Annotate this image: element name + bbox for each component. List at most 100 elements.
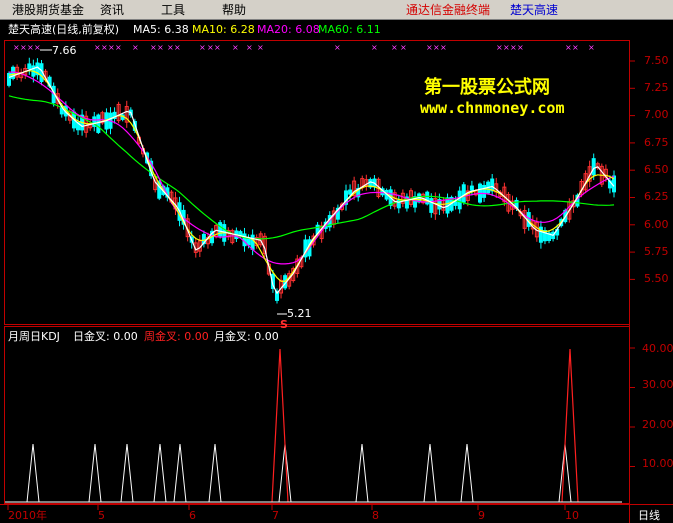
candlestick-down	[250, 234, 255, 250]
kdj-tick: 30.00	[642, 378, 673, 391]
price-tick: 7.25	[644, 81, 669, 94]
cross-signal-marker: ×	[565, 43, 572, 52]
daily-kdj-spike	[423, 443, 437, 503]
cross-signal-marker: ×	[108, 43, 115, 52]
daily-kdj-spike	[208, 443, 222, 503]
cross-signal-marker: ×	[246, 43, 253, 52]
cross-signal-marker: ×	[207, 43, 214, 52]
candlestick-down	[469, 185, 474, 191]
ma10-label: MA10: 6.28	[192, 23, 255, 36]
daily-kdj-spike	[355, 443, 369, 503]
daily-kdj-spike	[153, 443, 167, 503]
daily-kdj-spike	[88, 443, 102, 503]
cross-signal-marker: ×	[13, 43, 20, 52]
time-label: 6	[189, 509, 196, 522]
time-label: 9	[478, 509, 485, 522]
weekly-kdj-spike	[271, 348, 289, 503]
candlestick-down	[348, 189, 353, 195]
cross-signal-marker: ×	[174, 43, 181, 52]
cross-signal-marker: ×	[132, 43, 139, 52]
watermark-site-name: 第一股票公式网	[424, 77, 550, 98]
time-label: 7	[272, 509, 279, 522]
weekly-kdj-spike	[561, 348, 579, 503]
time-label: 5	[98, 509, 105, 522]
cross-signal-marker: ×	[34, 43, 41, 52]
cross-signal-marker: ×	[496, 43, 503, 52]
kdj-tick: 40.00	[642, 342, 673, 355]
cross-signal-marker: ×	[572, 43, 579, 52]
price-tick: 6.25	[644, 190, 669, 203]
menu-hk-futures-funds[interactable]: 港股期货基金	[12, 3, 84, 17]
sell-signal-marker: S	[280, 318, 288, 331]
time-label: 8	[372, 509, 379, 522]
cross-signal-marker: ×	[27, 43, 34, 52]
kdj-tick: 10.00	[642, 457, 673, 470]
low-price-label: 5.21	[287, 307, 312, 320]
cross-signal-marker: ×	[503, 43, 510, 52]
cross-signal-marker: ×	[150, 43, 157, 52]
watermark-url: www.chnmoney.com	[420, 99, 565, 117]
stock-name-title: 楚天高速	[510, 3, 559, 17]
cross-signal-marker: ×	[214, 43, 221, 52]
time-label: 10	[565, 509, 579, 522]
candlestick-down	[482, 184, 487, 198]
candlestick-down	[429, 198, 434, 213]
cross-signal-marker: ×	[440, 43, 447, 52]
ma20-label: MA20: 6.08	[257, 23, 320, 36]
kdj-panel-title: 月周日KDJ	[8, 330, 60, 343]
daily-kdj-spike	[120, 443, 134, 503]
cross-signal-marker: ×	[101, 43, 108, 52]
chart-area[interactable]: × × × × × × × × × × × × × × × × × × × × × × × × × × × × × × × × × 楚天高速(日…	[0, 20, 673, 523]
menu-tools[interactable]: 工具	[161, 3, 185, 17]
cross-signal-marker: ×	[167, 43, 174, 52]
daily-kdj-spike	[173, 443, 187, 503]
daily-golden-cross-label: 日金叉: 0.00	[73, 330, 138, 343]
cross-signal-marker: ×	[510, 43, 517, 52]
tdx-window: 港股期货基金 资讯 工具 帮助 通达信金融终端 楚天高速 × × × × × × × × × × ×…	[0, 0, 673, 523]
cross-signal-marker: ×	[115, 43, 122, 52]
cross-signal-marker: ×	[20, 43, 27, 52]
cross-signal-marker: ×	[391, 43, 398, 52]
cross-signal-marker: ×	[517, 43, 524, 52]
cross-signal-marker: ×	[94, 43, 101, 52]
price-tick: 5.75	[644, 245, 669, 258]
monthly-golden-cross-label: 月金叉: 0.00	[214, 330, 279, 343]
cross-signal-marker: ×	[232, 43, 239, 52]
candlestick-down	[461, 184, 466, 203]
price-tick: 7.50	[644, 54, 669, 67]
daily-kdj-spike	[460, 443, 474, 503]
cross-signal-marker: ×	[400, 43, 407, 52]
period-label[interactable]: 日线	[638, 509, 660, 522]
candlestick-down	[27, 63, 32, 70]
candlestick-down	[96, 114, 101, 133]
candlestick-down	[457, 190, 462, 210]
price-tick: 6.50	[644, 163, 669, 176]
price-tick: 6.75	[644, 136, 669, 149]
cross-signal-marker: ×	[257, 43, 264, 52]
menu-info[interactable]: 资讯	[100, 3, 124, 17]
cross-signal-marker: ×	[199, 43, 206, 52]
cross-signal-marker: ×	[433, 43, 440, 52]
cross-signal-marker: ×	[371, 43, 378, 52]
ma60-label: MA60: 6.11	[318, 23, 381, 36]
candlestick-down	[242, 233, 247, 247]
price-tick: 5.50	[644, 272, 669, 285]
price-tick: 6.00	[644, 218, 669, 231]
candlestick-down	[591, 158, 596, 176]
time-label: 2010年	[8, 509, 47, 522]
weekly-golden-cross-label: 周金叉: 0.00	[144, 330, 209, 343]
menu-bar: 港股期货基金 资讯 工具 帮助 通达信金融终端 楚天高速	[0, 0, 673, 20]
app-title: 通达信金融终端	[406, 3, 491, 17]
kdj-tick: 20.00	[642, 418, 673, 431]
price-panel-title: 楚天高速(日线,前复权)	[8, 23, 120, 36]
menu-help[interactable]: 帮助	[222, 3, 246, 17]
cross-signal-marker: ×	[334, 43, 341, 52]
cross-signal-marker: ×	[588, 43, 595, 52]
ma5-label: MA5: 6.38	[133, 23, 189, 36]
daily-kdj-spike	[26, 443, 40, 503]
price-tick: 7.00	[644, 108, 669, 121]
high-price-label: 7.66	[52, 44, 77, 57]
candlestick-down	[490, 178, 495, 192]
chart-canvas[interactable]: × × × × × × × × × × × × × × × × × × × × × × × × × × × × × × × × ×	[0, 20, 673, 523]
cross-signal-marker: ×	[157, 43, 164, 52]
